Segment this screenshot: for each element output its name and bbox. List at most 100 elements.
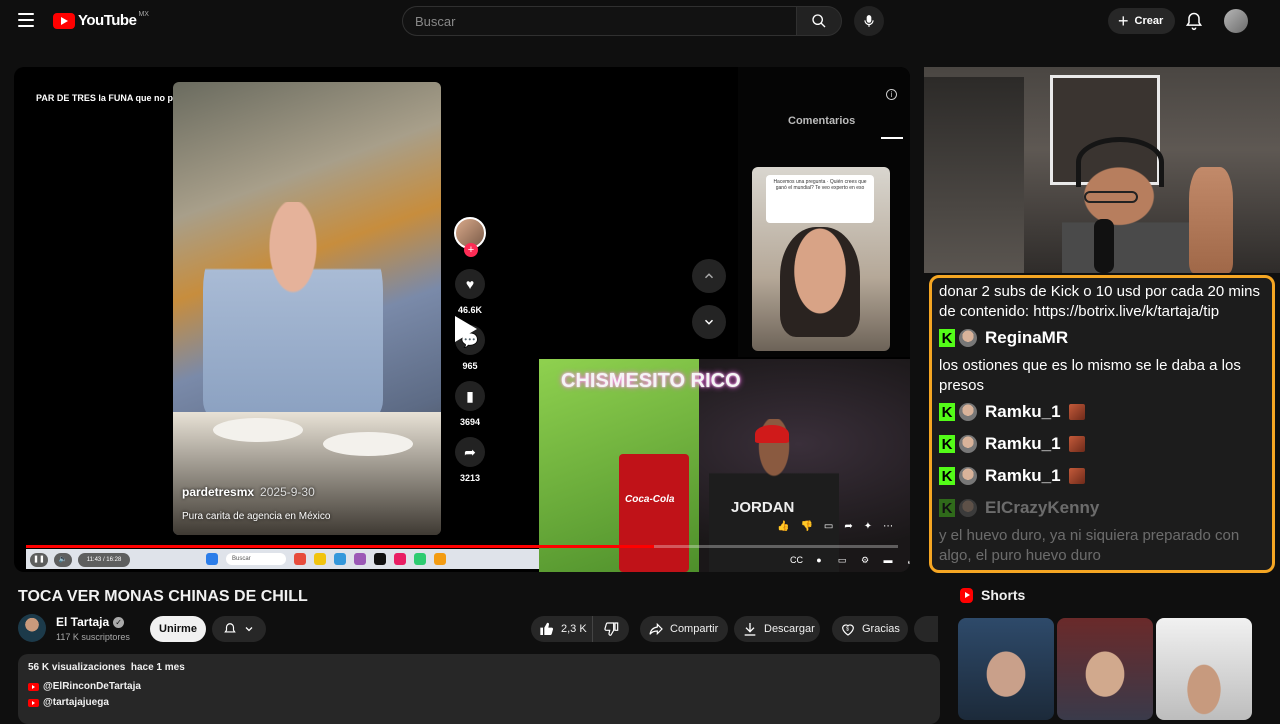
create-button[interactable]: + Crear (1108, 8, 1176, 34)
share-icon (649, 622, 663, 636)
taskbar-search: Buscar (226, 553, 286, 565)
download-button[interactable]: Descargar (734, 616, 820, 642)
share-arrow-icon[interactable]: ➦ (455, 437, 485, 467)
chat-message-text: los ostiones que es lo mismo se le daba … (939, 357, 1241, 394)
neon-sign: CHISMESITO RICO (561, 370, 741, 392)
video-player[interactable]: PAR DE TRES la FUNA que no pudieron ANUL… (14, 67, 910, 572)
chat-message-text: donar 2 subs de Kick o 10 usd por cada 2… (939, 283, 1261, 320)
notifications-bell-icon[interactable] (1184, 11, 1204, 31)
heart-icon[interactable]: ♥ (455, 269, 485, 299)
progress-bar[interactable] (26, 545, 898, 548)
bookmark-icon[interactable]: ▮ (455, 381, 485, 411)
captions-icon[interactable]: CC (790, 554, 803, 566)
short-thumbnail[interactable] (1156, 618, 1252, 720)
progress-fill (26, 545, 654, 548)
kick-badge-icon: K (939, 329, 955, 347)
chat-user-avatar (959, 329, 977, 347)
view-stats: 56 K visualizaciones hace 1 mes (28, 662, 185, 673)
facecam (924, 67, 1280, 273)
verified-check-icon: ✓ (113, 616, 125, 628)
chat-username[interactable]: ReginaMR (985, 328, 1068, 348)
settings-gear-icon[interactable]: ⚙ (859, 554, 871, 566)
youtube-logo[interactable]: YouTube MX (53, 11, 149, 29)
short-thumbnail[interactable] (958, 618, 1054, 720)
app-icon (354, 553, 366, 565)
fullscreen-icon[interactable]: ⤢ (905, 554, 910, 566)
suggested-video-card[interactable]: Hacemos una pregunta · Quién crees que g… (752, 167, 890, 351)
menu-icon[interactable] (18, 13, 34, 27)
miniplayer-icon[interactable]: ▭ (836, 554, 848, 566)
super-thanks-icon: $ (842, 624, 854, 636)
pause-icon[interactable]: ❚❚ (30, 553, 48, 567)
thumbs-up-icon (540, 622, 554, 636)
app-icon (294, 553, 306, 565)
tiktok-caption: Pura carita de agencia en México (182, 511, 331, 522)
chevron-up-icon[interactable] (692, 259, 726, 293)
shirt-text: JORDAN (731, 499, 795, 516)
chat-username[interactable]: ElCrazyKenny (985, 498, 1099, 518)
search-button[interactable] (796, 6, 842, 36)
masthead: YouTube MX + Crear (0, 0, 1280, 42)
tiktok-comment-count: 965 (462, 361, 478, 371)
kick-badge-icon: K (939, 403, 955, 421)
microphone (1094, 219, 1114, 273)
info-icon[interactable]: i (886, 89, 897, 100)
tiktok-creator-avatar[interactable] (454, 217, 486, 257)
chat-user-avatar (959, 435, 977, 453)
share-icon[interactable]: ➦ (844, 521, 852, 532)
short-thumbnail[interactable] (1057, 618, 1153, 720)
dislike-button[interactable] (593, 616, 629, 642)
like-button[interactable]: 2,3 K (531, 616, 593, 642)
camera-controls: 👍 👎 ▭ ➦ ✦ ⋯ (777, 521, 893, 532)
tiktok-save-count: 3694 (459, 417, 481, 427)
tab-comments[interactable]: Comentarios (788, 115, 855, 127)
channel-name[interactable]: El Tartaja ✓ (56, 615, 125, 629)
thanks-button[interactable]: $ Gracias (832, 616, 908, 642)
player-right-controls: CC ● ▭ ⚙ ▬ ⤢ (790, 554, 910, 566)
chevron-down-icon[interactable] (692, 305, 726, 339)
more-icon[interactable]: ⋯ (883, 521, 893, 532)
chat-user-row: K Ramku_1 (939, 428, 1265, 460)
chat-username[interactable]: Ramku_1 (985, 434, 1061, 454)
comment-icon[interactable]: ▭ (824, 521, 833, 532)
chat-user-row: K ReginaMR (939, 322, 1265, 354)
join-button[interactable]: Unirme (150, 616, 206, 642)
volume-icon[interactable]: 🔈 (54, 553, 72, 567)
youtube-play-icon (53, 12, 75, 29)
download-icon (744, 623, 756, 636)
tiktok-video-frame (173, 82, 441, 535)
like-count: 2,3 K (561, 623, 587, 635)
chevron-down-icon (245, 627, 253, 632)
channel-avatar[interactable] (18, 614, 46, 642)
folder-icon (314, 553, 326, 565)
windows-start-icon (206, 553, 218, 565)
account-avatar[interactable] (1224, 9, 1248, 33)
thumbs-up-icon[interactable]: 👍 (777, 521, 789, 532)
description-link[interactable]: @tartajajuega (28, 697, 930, 708)
thumbs-down-icon[interactable]: 👎 (800, 521, 812, 532)
autoplay-icon[interactable]: ● (813, 554, 825, 566)
chat-emote-icon (1068, 436, 1085, 452)
sparkle-icon[interactable]: ✦ (864, 521, 872, 532)
thumbs-down-icon (604, 622, 619, 636)
play-icon[interactable] (455, 316, 477, 342)
tiktok-like-count: 46.6K (457, 305, 483, 315)
theater-icon[interactable]: ▬ (882, 554, 894, 566)
share-button[interactable]: Compartir (640, 616, 728, 642)
description-box[interactable]: 56 K visualizaciones hace 1 mes @ElRinco… (18, 654, 940, 724)
hand (1189, 167, 1233, 273)
description-link[interactable]: @ElRinconDeTartaja (28, 681, 930, 692)
search-input[interactable] (402, 6, 796, 36)
fridge-text: Coca-Cola (625, 494, 675, 505)
chat-username[interactable]: Ramku_1 (985, 466, 1061, 486)
thanks-label: Gracias (862, 623, 900, 635)
voice-search-button[interactable] (854, 6, 884, 36)
more-actions-button[interactable] (914, 616, 938, 642)
youtube-icon (28, 682, 39, 691)
like-dislike-group: 2,3 K (531, 616, 629, 642)
chat-username[interactable]: Ramku_1 (985, 402, 1061, 422)
subscription-notify-button[interactable] (212, 616, 266, 642)
download-label: Descargar (764, 623, 815, 635)
chat-user-row: K Ramku_1 (939, 460, 1265, 492)
glasses (1084, 191, 1138, 203)
